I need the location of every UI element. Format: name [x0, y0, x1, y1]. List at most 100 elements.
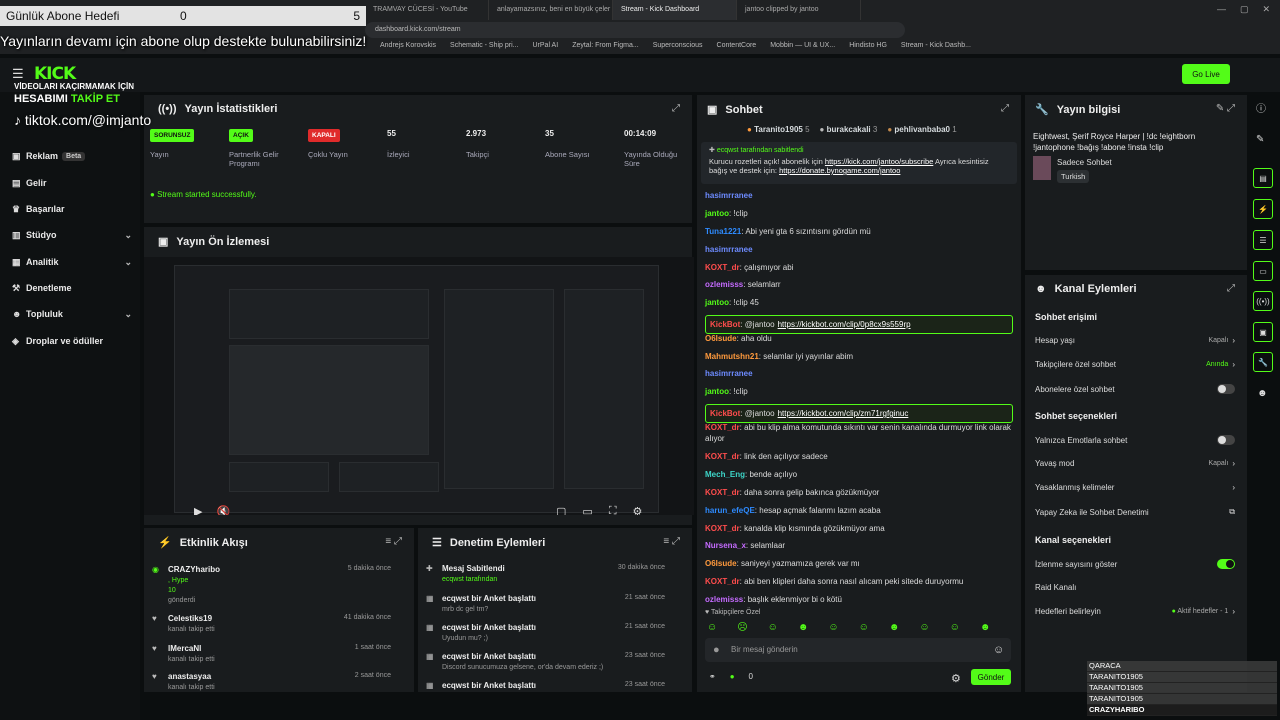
chat-link[interactable]: https://kickbot.com/clip/0p8cx9s559rp — [778, 320, 911, 329]
pip-icon[interactable]: ▢ — [556, 505, 566, 515]
chat-message[interactable]: KickBot: @jantoo https://kickbot.com/clip… — [705, 404, 1013, 423]
minimize-icon[interactable]: — — [1217, 4, 1226, 15]
toolbar-list-icon[interactable]: ☰ — [1253, 230, 1273, 250]
setting-ai-moderation[interactable]: Yapay Zeka ile Sohbet Denetimi ⧉ — [1035, 507, 1235, 517]
chat-link[interactable]: https://kickbot.com/clip/zm71rgfginuc — [778, 409, 909, 418]
chat-message[interactable]: Tuna1221: Abi yeni gta 6 sızıntısını gör… — [705, 226, 1013, 237]
chat-message[interactable]: jantoo: !clip 45 — [705, 297, 1013, 308]
chat-message[interactable]: O6Isude: saniyeyi yazmamıza gerek var mı — [705, 558, 1013, 569]
chat-message[interactable]: ozlemisss: başlık eklenmiyor bi o kötü — [705, 594, 1013, 605]
go-live-button[interactable]: Go Live — [1182, 64, 1230, 84]
emote-icon[interactable]: ☺ — [859, 622, 869, 633]
setting-slow-mode[interactable]: Yavaş mod Kapalı › — [1035, 459, 1235, 468]
sidebar-item-analitik[interactable]: ▦ Analitik ⌄ — [12, 252, 132, 272]
chat-username[interactable]: jantoo — [705, 387, 729, 396]
toolbar-chat-icon[interactable]: ▭ — [1253, 261, 1273, 281]
url-bar[interactable]: dashboard.kick.com/stream — [365, 22, 905, 38]
browser-tab[interactable]: TRAMVAY CÜCESİ - YouTube — [365, 0, 489, 20]
browser-tab[interactable]: anlayamazsınız, beni en büyük çeler — [489, 0, 613, 20]
chat-username[interactable]: KOXT_dr — [705, 577, 740, 586]
chat-username[interactable]: Nursena_x — [705, 541, 746, 550]
bookmark[interactable]: ContentCore — [717, 42, 757, 49]
close-icon[interactable]: ✕ — [1262, 4, 1270, 15]
kick-logo[interactable]: KICK — [34, 64, 76, 84]
link-icon[interactable]: ⚭ — [709, 672, 716, 681]
toolbar-stats-icon[interactable]: ▤ — [1253, 168, 1273, 188]
sidebar-item-droplar[interactable]: ◈ Droplar ve ödüller — [12, 331, 132, 351]
chat-username[interactable]: harun_efeQE — [705, 506, 755, 515]
settings-icon[interactable]: ⚙ — [633, 505, 643, 515]
setting-goals[interactable]: Hedefleri belirleyin ● Aktif hedefler - 1… — [1035, 607, 1235, 616]
chat-message[interactable]: Mech_Eng: bende açılıyo — [705, 469, 1013, 480]
subs-only-toggle[interactable] — [1217, 384, 1235, 394]
chat-message[interactable]: Nursena_x: selamlaar — [705, 540, 1013, 551]
pinned-link[interactable]: https://kick.com/jantoo/subscribe — [825, 157, 933, 166]
chat-message[interactable]: hasimrranee — [705, 190, 1013, 201]
chat-settings-icon[interactable]: ⚙ — [951, 672, 961, 685]
emote-icon[interactable]: ☺ — [707, 622, 717, 633]
setting-account-age[interactable]: Hesap yaşı Kapalı › — [1035, 336, 1235, 345]
expand-icon[interactable]: ⤢ — [672, 103, 680, 114]
top-chatter[interactable]: ● burakcakali 3 — [820, 125, 878, 134]
browser-tab[interactable]: jantoo clipped by jantoo — [737, 0, 861, 20]
chat-message[interactable]: KOXT_dr: abi bu klip alma komutunda sıkı… — [705, 422, 1013, 444]
filter-expand-icons[interactable]: ≡ ⤢ — [385, 536, 402, 547]
maximize-icon[interactable]: ▢ — [1240, 4, 1249, 15]
sidebar-item-gelir[interactable]: ▤ Gelir — [12, 173, 132, 193]
menu-icon[interactable]: ☰ — [12, 66, 24, 82]
chat-username[interactable]: hasimrranee — [705, 369, 753, 378]
emote-icon[interactable]: ☺ — [828, 622, 838, 633]
expand-icon[interactable]: ⤢ — [1227, 283, 1235, 294]
emote-icon[interactable]: ☻ — [980, 622, 991, 633]
chat-message[interactable]: KickBot: @jantoo https://kickbot.com/clip… — [705, 315, 1013, 334]
chat-username[interactable]: KOXT_dr — [705, 452, 740, 461]
chat-username[interactable]: jantoo — [705, 209, 729, 218]
bookmark[interactable]: Hindisto HG — [849, 42, 887, 49]
pencil-icon[interactable]: ✎ — [1256, 134, 1264, 145]
chat-username[interactable]: hasimrranee — [705, 191, 753, 200]
sidebar-item-denetleme[interactable]: ⚒ Denetleme — [12, 278, 132, 298]
chat-username[interactable]: ozlemisss — [705, 280, 743, 289]
chat-username[interactable]: KOXT_dr — [705, 263, 740, 272]
chat-username[interactable]: KickBot — [710, 409, 740, 418]
emote-icon[interactable]: ☹ — [737, 622, 747, 633]
toolbar-broadcast-icon[interactable]: ((•)) — [1253, 291, 1273, 311]
setting-emote-only[interactable]: Yalnızca Emotlarla sohbet — [1035, 435, 1235, 445]
chat-message[interactable]: KOXT_dr: çalışmıyor abi — [705, 262, 1013, 273]
pinned-link[interactable]: https://donate.bynogame.com/jantoo — [779, 166, 900, 175]
chat-username[interactable]: KickBot — [710, 320, 740, 329]
bookmark[interactable]: Superconscious — [653, 42, 703, 49]
setting-subs-only[interactable]: Abonelere özel sohbet — [1035, 384, 1235, 394]
chat-input[interactable]: Bir mesaj gönderin — [705, 638, 1011, 662]
emote-icon[interactable]: ☻ — [889, 622, 900, 633]
chat-message[interactable]: KOXT_dr: kanalda klip kısmında gözükmüyo… — [705, 523, 1013, 534]
chat-username[interactable]: KOXT_dr — [705, 488, 740, 497]
bookmark[interactable]: Mobbin — UI & UX... — [770, 42, 835, 49]
chat-username[interactable]: ozlemisss — [705, 595, 743, 604]
emote-icon[interactable]: ☺ — [768, 622, 778, 633]
toolbar-video-icon[interactable]: ▣ — [1253, 322, 1273, 342]
chat-message[interactable]: harun_efeQE: hesap açmak falanmı lazım a… — [705, 505, 1013, 516]
sidebar-item-studyo[interactable]: ▥ Stüdyo ⌄ — [12, 225, 132, 245]
toolbar-wrench-icon[interactable]: 🔧 — [1253, 352, 1273, 372]
bookmark[interactable]: UrPal AI — [533, 42, 559, 49]
bookmark[interactable]: Schematic - Ship pri... — [450, 42, 518, 49]
chat-username[interactable]: Mahmutshn21 — [705, 352, 759, 361]
edit-expand-icons[interactable]: ✎ ⤢ — [1216, 103, 1235, 114]
chat-username[interactable]: hasimrranee — [705, 245, 753, 254]
bookmark[interactable]: Zeytal: From Figma... — [572, 42, 639, 49]
top-chatter[interactable]: ● pehlivanbaba0 1 — [887, 125, 956, 134]
sidebar-item-basarilar[interactable]: ♛ Başarılar — [12, 199, 132, 219]
stream-tag[interactable]: Turkish — [1057, 170, 1090, 183]
emote-icon[interactable]: ☺ — [919, 622, 929, 633]
pinned-message[interactable]: ✚ ecqwst tarafından sabitlendi Kurucu ro… — [701, 142, 1017, 184]
setting-raid-channel[interactable]: Raid Kanalı — [1035, 583, 1235, 592]
chat-message[interactable]: KOXT_dr: link den açılıyor sadece — [705, 451, 1013, 462]
sidebar-item-topluluk[interactable]: ☻ Topluluk ⌄ — [12, 304, 132, 324]
browser-tab-active[interactable]: Stream - Kick Dashboard — [613, 0, 737, 20]
chat-message[interactable]: jantoo: !clip — [705, 386, 1013, 397]
chat-username[interactable]: jantoo — [705, 298, 729, 307]
info-icon[interactable]: ⓘ — [1256, 100, 1266, 115]
filter-expand-icons[interactable]: ≡ ⤢ — [663, 536, 680, 547]
expand-icon[interactable]: ⤢ — [1001, 103, 1009, 114]
